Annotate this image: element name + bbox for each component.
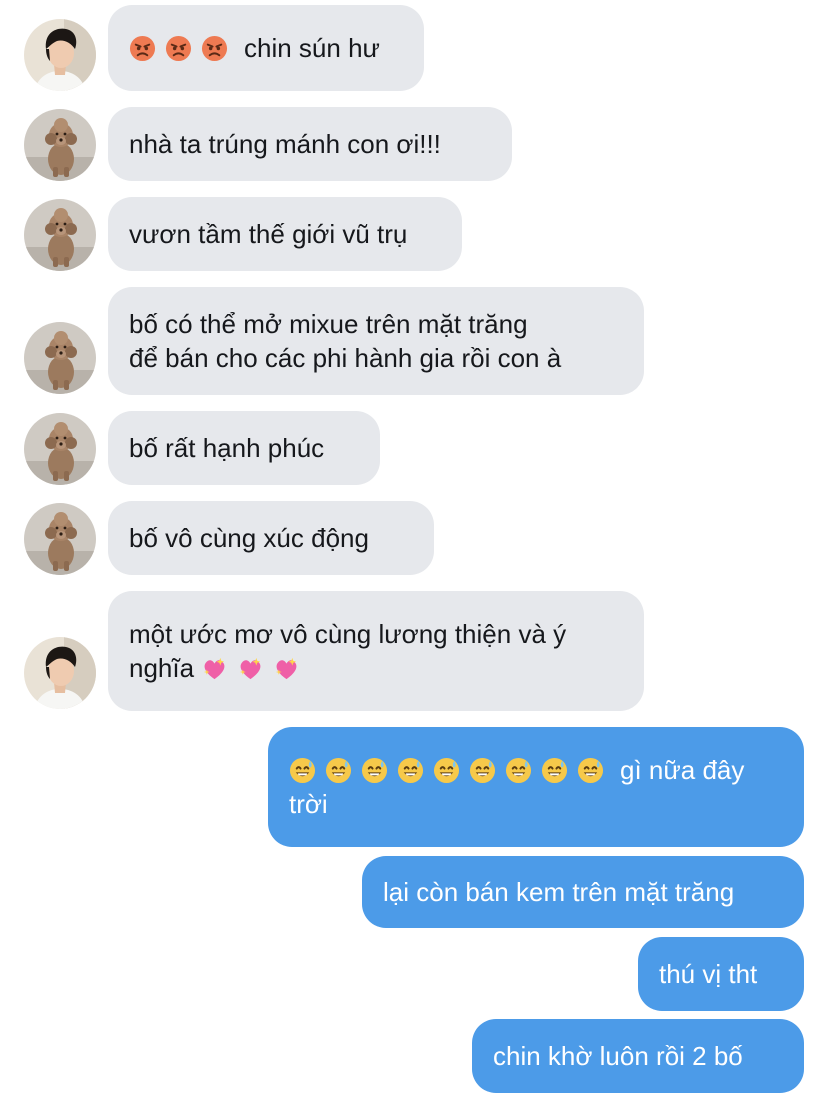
message-text: chin sún hư [244, 33, 380, 63]
message-bubble-outgoing[interactable]: lại còn bán kem trên mặt trăng [362, 856, 804, 928]
boy-portrait-image [24, 637, 96, 709]
message-text: lại còn bán kem trên mặt trăng [383, 877, 735, 907]
dog-photo-image [24, 413, 96, 485]
sparkling-heart-icon [237, 655, 264, 682]
message-text: bố có thể mở mixue trên mặt trăng để bán… [129, 309, 562, 373]
grinning-face-with-sweat-icon [505, 757, 532, 784]
boy-avatar[interactable] [24, 637, 96, 709]
grinning-face-with-sweat-icon [577, 757, 604, 784]
message-bubble-incoming[interactable]: bố rất hạnh phúc [108, 411, 380, 485]
message-bubble-incoming[interactable]: vươn tầm thế giới vũ trụ [108, 197, 462, 271]
sparkling-heart-icon [201, 655, 228, 682]
message-text: thú vị tht [659, 959, 758, 989]
grinning-face-with-sweat-icon [469, 757, 496, 784]
dog-photo-image [24, 109, 96, 181]
message-bubble-incoming[interactable]: bố có thể mở mixue trên mặt trăng để bán… [108, 287, 644, 395]
message-bubble-outgoing[interactable]: gì nữa đây trời [268, 727, 804, 847]
message-bubble-outgoing[interactable]: chin khờ luôn rồi 2 bố [472, 1019, 804, 1093]
message-text: vươn tầm thế giới vũ trụ [129, 219, 408, 249]
dog-avatar[interactable] [24, 109, 96, 181]
angry-face-icon [165, 35, 192, 62]
dog-avatar[interactable] [24, 322, 96, 394]
dog-avatar[interactable] [24, 503, 96, 575]
message-bubble-incoming[interactable]: bố vô cùng xúc động [108, 501, 434, 575]
grinning-face-with-sweat-icon [397, 757, 424, 784]
dog-photo-image [24, 503, 96, 575]
boy-portrait-image [24, 19, 96, 91]
dog-photo-image [24, 199, 96, 271]
message-text: bố vô cùng xúc động [129, 523, 369, 553]
angry-face-icon [129, 35, 156, 62]
emoji-group [289, 755, 620, 785]
sparkling-heart-icon [273, 655, 300, 682]
emoji-group [194, 653, 309, 683]
boy-avatar[interactable] [24, 19, 96, 91]
message-text: chin khờ luôn rồi 2 bố [493, 1041, 743, 1071]
message-bubble-incoming[interactable]: chin sún hư [108, 5, 424, 91]
message-bubble-outgoing[interactable]: thú vị tht [638, 937, 804, 1011]
dog-avatar[interactable] [24, 413, 96, 485]
message-bubble-incoming[interactable]: một ước mơ vô cùng lương thiện và ý nghĩ… [108, 591, 644, 711]
emoji-group [129, 31, 244, 65]
message-text: bố rất hạnh phúc [129, 433, 325, 463]
dog-avatar[interactable] [24, 199, 96, 271]
chat-thread: chin sún hư nhà ta trúng mánh con ơi!!! [0, 0, 828, 1110]
grinning-face-with-sweat-icon [289, 757, 316, 784]
grinning-face-with-sweat-icon [433, 757, 460, 784]
angry-face-icon [201, 35, 228, 62]
message-bubble-incoming[interactable]: nhà ta trúng mánh con ơi!!! [108, 107, 512, 181]
message-text: nhà ta trúng mánh con ơi!!! [129, 129, 441, 159]
grinning-face-with-sweat-icon [325, 757, 352, 784]
dog-photo-image [24, 322, 96, 394]
grinning-face-with-sweat-icon [361, 757, 388, 784]
grinning-face-with-sweat-icon [541, 757, 568, 784]
